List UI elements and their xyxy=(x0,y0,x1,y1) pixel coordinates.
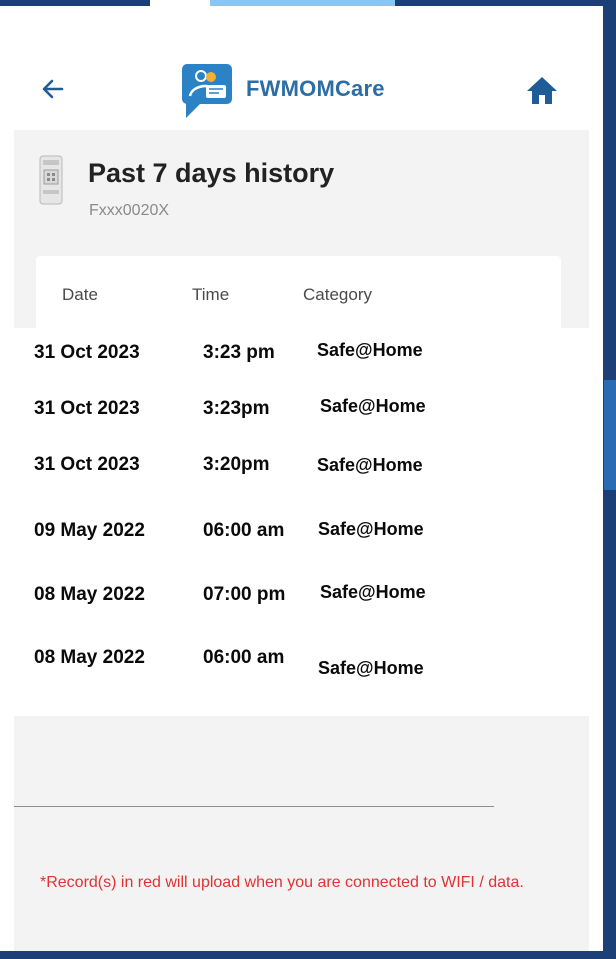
arrow-left-icon xyxy=(42,79,64,99)
table-cell-time: 06:00 am xyxy=(203,520,285,541)
qr-device-icon xyxy=(36,154,68,208)
table-cell-date: 08 May 2022 xyxy=(34,647,145,668)
table-cell-time: 06:00 am xyxy=(203,647,285,668)
home-icon xyxy=(527,77,557,104)
table-cell-category: Safe@Home xyxy=(318,658,424,678)
table-cell-date: 31 Oct 2023 xyxy=(34,454,140,475)
home-button[interactable] xyxy=(525,74,559,106)
table-cell-category: Safe@Home xyxy=(317,455,423,475)
section-divider xyxy=(14,806,494,807)
column-header-date: Date xyxy=(62,285,98,304)
column-header-time: Time xyxy=(192,285,230,304)
column-header-category: Category xyxy=(303,285,372,304)
device-id: Fxxx0020X xyxy=(89,202,170,219)
table-cell-category: Safe@Home xyxy=(317,340,423,360)
table-cell-date: 09 May 2022 xyxy=(34,520,145,541)
table-cell-time: 3:23 pm xyxy=(203,342,275,363)
chat-bubble-people-logo xyxy=(182,64,232,118)
back-button[interactable] xyxy=(38,74,68,104)
table-cell-time: 3:20pm xyxy=(203,454,270,475)
table-cell-time: 3:23pm xyxy=(203,398,270,419)
page-title: Past 7 days history xyxy=(88,158,335,188)
table-cell-category: Safe@Home xyxy=(320,396,426,416)
background-stripe xyxy=(604,380,616,490)
app-logo xyxy=(182,64,232,118)
table-cell-date: 31 Oct 2023 xyxy=(34,342,140,363)
table-cell-time: 07:00 pm xyxy=(203,584,286,605)
app-screen: FWMOMCare Past 7 days history Fxxx0020X … xyxy=(0,6,603,951)
table-cell-category: Safe@Home xyxy=(318,519,424,539)
upload-note: *Record(s) in red will upload when you a… xyxy=(40,874,524,891)
table-cell-date: 08 May 2022 xyxy=(34,584,145,605)
app-brand-name: FWMOMCare xyxy=(246,76,385,101)
table-cell-date: 31 Oct 2023 xyxy=(34,398,140,419)
app-header: FWMOMCare xyxy=(0,6,603,126)
table-cell-category: Safe@Home xyxy=(320,582,426,602)
